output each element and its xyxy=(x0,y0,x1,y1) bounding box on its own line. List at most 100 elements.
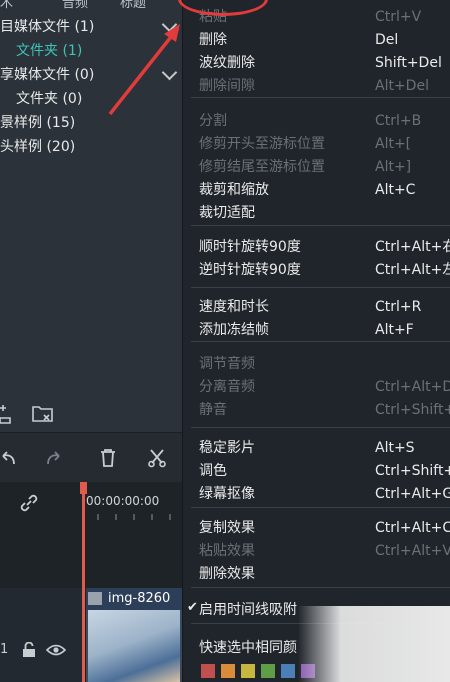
menu-item-label: 快速选中相同颜 xyxy=(199,640,297,656)
menu-item[interactable]: 裁切适配 xyxy=(199,202,450,224)
menu-item[interactable]: 删除 Del xyxy=(199,29,450,51)
playhead[interactable] xyxy=(82,484,85,682)
ruler-timecode: 00:00:00:00 xyxy=(86,494,160,508)
menu-item-label: 波纹删除 xyxy=(199,55,255,71)
menu-separator xyxy=(191,341,450,342)
tree-item-category[interactable]: 享媒体文件 (0) xyxy=(0,64,94,86)
menu-item[interactable]: 绿幕抠像 Ctrl+Alt+G xyxy=(199,483,450,505)
menu-item: 静音 Ctrl+Shift+ xyxy=(199,399,450,421)
menu-item-shortcut: Alt+[ xyxy=(375,136,412,152)
tree-item-label: 目媒体文件 (1) xyxy=(0,19,95,35)
menu-item-shortcut: Del xyxy=(375,32,399,48)
menu-item-label: 修剪开头至游标位置 xyxy=(199,136,325,152)
menu-separator xyxy=(191,587,450,588)
menu-item-label: 速度和时长 xyxy=(199,299,269,315)
redo-icon[interactable] xyxy=(46,449,64,467)
color-swatch[interactable] xyxy=(281,664,295,678)
menu-item: 修剪开头至游标位置 Alt+[ xyxy=(199,133,450,155)
add-folder-icon[interactable] xyxy=(0,404,14,424)
menu-separator xyxy=(191,507,450,508)
tab-titles[interactable]: 标题 xyxy=(120,0,146,11)
tree-item-category[interactable]: 景样例 (15) xyxy=(0,112,75,134)
menu-item-shortcut: Alt+] xyxy=(375,159,412,175)
tab-media[interactable]: 木 xyxy=(0,0,13,11)
menu-item-shortcut: Ctrl+B xyxy=(375,113,422,129)
menu-item-label: 调色 xyxy=(199,463,227,479)
timeline-toolbar xyxy=(0,432,182,483)
menu-item-label: 添加冻结帧 xyxy=(199,322,269,338)
menu-item-shortcut: Shift+Del xyxy=(375,55,442,71)
clip-name: img-8260 xyxy=(108,591,171,606)
menu-item-shortcut: Ctrl+Shift+ xyxy=(375,463,450,479)
tab-audio[interactable]: 音频 xyxy=(62,0,88,11)
track-number: 1 xyxy=(0,642,9,657)
menu-item: 分离音频 Ctrl+Alt+D xyxy=(199,376,450,398)
annotation-arrow-icon xyxy=(108,24,180,116)
menu-item-shortcut: Ctrl+R xyxy=(375,299,422,315)
menu-item-label: 分割 xyxy=(199,113,227,129)
menu-item-shortcut: Alt+F xyxy=(375,322,414,338)
menu-item-shortcut: Alt+C xyxy=(375,182,416,198)
menu-item[interactable]: 删除效果 xyxy=(199,563,450,585)
watermark-overlay xyxy=(298,606,450,682)
color-swatch[interactable] xyxy=(221,664,235,678)
menu-item: 粘贴效果 Ctrl+Alt+V xyxy=(199,540,450,562)
delete-folder-icon[interactable] xyxy=(32,404,54,424)
menu-item[interactable]: 逆时针旋转90度 Ctrl+Alt+左 xyxy=(199,259,450,281)
color-swatch[interactable] xyxy=(261,664,275,678)
menu-item-shortcut: Alt+Del xyxy=(375,78,429,94)
tree-item-label: 景样例 (15) xyxy=(0,115,76,131)
menu-item-label: 删除 xyxy=(199,32,227,48)
scissors-icon[interactable] xyxy=(148,448,166,468)
menu-item[interactable]: 速度和时长 Ctrl+R xyxy=(199,296,450,318)
menu-item-shortcut: Ctrl+Alt+G xyxy=(375,486,450,502)
menu-item[interactable]: 添加冻结帧 Alt+F xyxy=(199,319,450,341)
timeline-clip[interactable]: img-8260 xyxy=(86,588,182,682)
tree-item-label: 头样例 (20) xyxy=(0,139,76,155)
menu-item-label: 删除效果 xyxy=(199,566,255,582)
menu-item[interactable]: 复制效果 Ctrl+Alt+C xyxy=(199,517,450,539)
menu-item-label: 裁剪和缩放 xyxy=(199,182,269,198)
menu-item: 删除间隙 Alt+Del xyxy=(199,75,450,97)
menu-separator xyxy=(191,97,450,98)
media-tabs: 木 音频 标题 xyxy=(0,0,182,11)
menu-separator xyxy=(191,287,450,288)
menu-item-label: 裁切适配 xyxy=(199,205,255,221)
menu-item-shortcut: Ctrl+Alt+D xyxy=(375,379,450,395)
undo-icon[interactable] xyxy=(0,449,16,467)
tree-item-folder[interactable]: 文件夹 (1) xyxy=(16,40,82,62)
tree-item-label: 文件夹 (1) xyxy=(16,43,83,59)
menu-item: 调节音频 xyxy=(199,353,450,375)
color-swatch[interactable] xyxy=(241,664,255,678)
menu-item-shortcut: Ctrl+Alt+右 xyxy=(375,239,450,255)
lock-icon[interactable] xyxy=(22,642,36,658)
menu-item-shortcut: Alt+S xyxy=(375,440,415,456)
image-icon xyxy=(88,592,102,605)
ruler-ticks xyxy=(97,514,171,520)
menu-item[interactable]: 调色 Ctrl+Shift+ xyxy=(199,460,450,482)
menu-item-shortcut: Ctrl+Alt+C xyxy=(375,520,450,536)
menu-item-label: 粘贴效果 xyxy=(199,543,255,559)
menu-item-label: 调节音频 xyxy=(199,356,255,372)
menu-item-shortcut: Ctrl+V xyxy=(375,9,422,25)
tree-item-folder[interactable]: 文件夹 (0) xyxy=(16,88,82,110)
menu-item: 分割 Ctrl+B xyxy=(199,110,450,132)
menu-item[interactable]: 裁剪和缩放 Alt+C xyxy=(199,179,450,201)
color-swatch[interactable] xyxy=(201,664,215,678)
menu-item-label: 分离音频 xyxy=(199,379,255,395)
trash-icon[interactable] xyxy=(99,448,117,468)
tree-item-label: 文件夹 (0) xyxy=(16,91,83,107)
menu-separator xyxy=(191,225,450,226)
tree-item-category[interactable]: 目媒体文件 (1) xyxy=(0,16,94,38)
menu-item-shortcut: Ctrl+Alt+左 xyxy=(375,262,450,278)
tree-item-label: 享媒体文件 (0) xyxy=(0,67,95,83)
link-icon[interactable] xyxy=(18,492,40,514)
menu-item[interactable]: 稳定影片 Alt+S xyxy=(199,437,450,459)
timeline-ruler[interactable]: 00:00:00:00 xyxy=(84,482,182,522)
menu-item-label: 启用时间线吸附 xyxy=(199,602,297,618)
tree-item-category[interactable]: 头样例 (20) xyxy=(0,136,75,158)
menu-item[interactable]: 波纹删除 Shift+Del xyxy=(199,52,450,74)
eye-icon[interactable] xyxy=(46,643,66,657)
menu-item[interactable]: 顺时针旋转90度 Ctrl+Alt+右 xyxy=(199,236,450,258)
menu-separator xyxy=(191,427,450,428)
